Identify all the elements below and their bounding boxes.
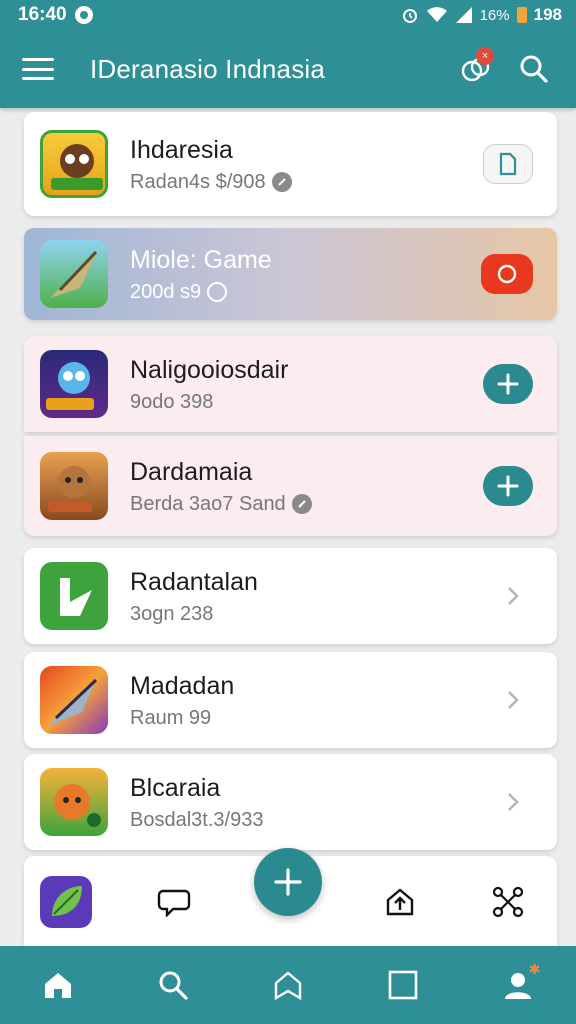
- chevron-right-icon[interactable]: [493, 576, 533, 616]
- item-title: Madadan: [130, 671, 235, 700]
- item-subtitle: Radan4s $/908: [130, 170, 266, 193]
- card-text: Naligooiosdair 9odo 398: [130, 355, 483, 414]
- item-subtitle-row: Raum 99: [130, 707, 493, 730]
- item-title: Naligooiosdair: [130, 355, 289, 384]
- add-icon: [274, 868, 302, 896]
- plus-icon: [497, 373, 519, 395]
- square-icon: [388, 970, 418, 1000]
- item-subtitle-row: 3ogn 238: [130, 603, 493, 626]
- battery-percent: 16%: [479, 6, 510, 24]
- app-thumbnail: [40, 130, 108, 198]
- info-icon: [271, 172, 292, 192]
- menu-icon[interactable]: [22, 58, 54, 80]
- leaf-app-button[interactable]: [38, 874, 94, 930]
- list-item[interactable]: Dardamaia Berda 3ao7 Sand: [24, 436, 557, 536]
- chat-bubble-icon: [157, 889, 191, 917]
- item-title: Radantalan: [130, 567, 258, 596]
- item-subtitle-row: Berda 3ao7 Sand: [130, 493, 483, 516]
- app-thumbnail: [40, 768, 108, 836]
- card-text: Blcaraia Bosdal3t.3/933: [130, 773, 493, 832]
- signal-icon: [455, 7, 472, 23]
- status-right: 16% 198: [401, 5, 562, 25]
- record-button[interactable]: [481, 254, 533, 294]
- list-item[interactable]: Blcaraia Bosdal3t.3/933: [24, 754, 557, 850]
- item-subtitle: Berda 3ao7 Sand: [130, 492, 286, 515]
- notification-dot-icon: [74, 6, 93, 24]
- app-thumbnail: [40, 350, 108, 418]
- star-badge-icon: ✱: [528, 961, 541, 977]
- wifi-icon: [426, 7, 447, 22]
- status-time-right: 198: [533, 5, 562, 24]
- app-thumbnail: [40, 666, 108, 734]
- item-subtitle: Bosdal3t.3/933: [130, 808, 264, 831]
- search-icon: [520, 55, 548, 83]
- app-thumbnail: [40, 452, 108, 520]
- share-network-icon: [492, 886, 524, 918]
- document-icon: [499, 152, 517, 176]
- chevron-right-icon[interactable]: [493, 782, 533, 822]
- search-button[interactable]: [514, 49, 554, 89]
- list-item[interactable]: Radantalan 3ogn 238: [24, 548, 557, 644]
- item-subtitle: Raum 99: [130, 706, 212, 729]
- notification-badge: ×: [476, 47, 494, 65]
- bookmark-house-icon: [274, 971, 302, 1001]
- item-subtitle: 3ogn 238: [130, 602, 214, 625]
- item-title: Ihdaresia: [130, 135, 233, 164]
- battery-icon: [516, 7, 527, 23]
- page-title: IDeranasio Indnasia: [90, 53, 326, 84]
- info-icon: [291, 494, 312, 514]
- item-subtitle-row: Bosdal3t.3/933: [130, 809, 493, 832]
- item-subtitle: 9odo 398: [130, 390, 214, 413]
- nav-saved[interactable]: [258, 955, 318, 1015]
- app-thumbnail: [40, 562, 108, 630]
- card-text: Radantalan 3ogn 238: [130, 567, 493, 626]
- item-subtitle-row: Radan4s $/908: [130, 171, 483, 194]
- notifications-button[interactable]: ×: [456, 47, 496, 89]
- info-icon: [207, 282, 228, 302]
- list-item[interactable]: Madadan Raum 99: [24, 652, 557, 748]
- status-bar: 16:40 16% 198: [0, 0, 576, 30]
- home-icon: [44, 973, 71, 998]
- action-toolbar: [24, 848, 557, 946]
- chevron-right-icon[interactable]: [493, 680, 533, 720]
- home-upload-icon: [386, 888, 414, 916]
- app-thumbnail: [40, 240, 108, 308]
- bottom-navigation: ✱: [0, 946, 576, 1024]
- add-fab-button[interactable]: [254, 848, 322, 916]
- upload-home-button[interactable]: [372, 874, 428, 930]
- card-text: Miole: Game 200d s9: [130, 245, 481, 304]
- add-button[interactable]: [483, 364, 533, 404]
- share-button[interactable]: [480, 874, 536, 930]
- leaf-app-icon: [40, 876, 92, 928]
- status-left: 16:40: [18, 4, 93, 26]
- chat-button[interactable]: [146, 874, 202, 930]
- list-item[interactable]: Naligooiosdair 9odo 398: [24, 336, 557, 432]
- nav-square[interactable]: [373, 955, 433, 1015]
- item-subtitle-row: 9odo 398: [130, 391, 483, 414]
- nav-home[interactable]: [28, 955, 88, 1015]
- item-subtitle-row: 200d s9: [130, 281, 481, 304]
- alarm-icon: [402, 9, 417, 23]
- item-title: Miole: Game: [130, 245, 272, 274]
- plus-icon: [497, 475, 519, 497]
- list-item[interactable]: Ihdaresia Radan4s $/908: [24, 112, 557, 216]
- card-text: Ihdaresia Radan4s $/908: [130, 135, 483, 194]
- item-title: Dardamaia: [130, 457, 253, 486]
- record-icon: [497, 264, 517, 284]
- document-button[interactable]: [483, 144, 533, 184]
- app-bar: IDeranasio Indnasia ×: [0, 30, 576, 108]
- nav-search[interactable]: [143, 955, 203, 1015]
- item-subtitle: 200d s9: [130, 280, 202, 303]
- nav-profile[interactable]: ✱: [488, 955, 548, 1015]
- list-item-featured[interactable]: Miole: Game 200d s9: [24, 228, 557, 320]
- item-title: Blcaraia: [130, 773, 221, 802]
- status-time: 16:40: [18, 4, 67, 25]
- card-text: Madadan Raum 99: [130, 671, 493, 730]
- add-button[interactable]: [483, 466, 533, 506]
- search-icon: [159, 971, 188, 1000]
- card-text: Dardamaia Berda 3ao7 Sand: [130, 457, 483, 516]
